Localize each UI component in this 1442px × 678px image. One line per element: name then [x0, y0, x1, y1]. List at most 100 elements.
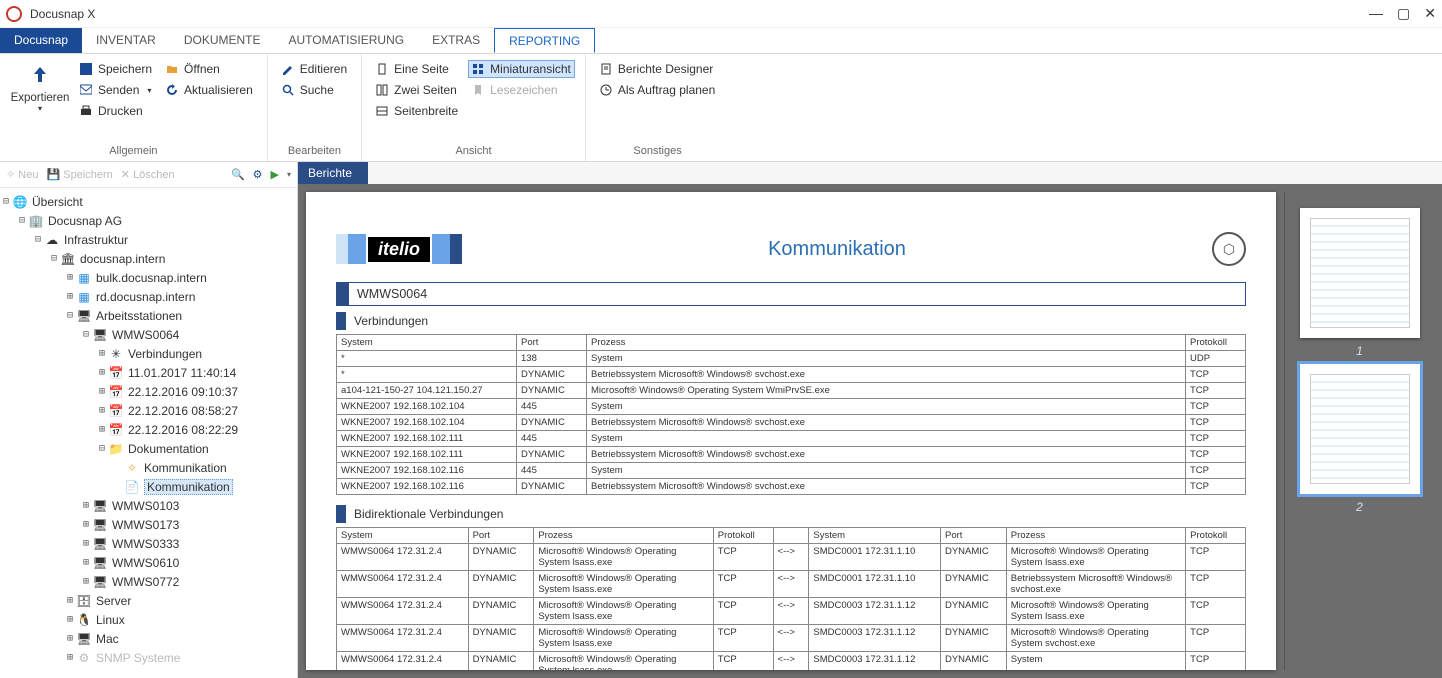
refresh-icon	[166, 84, 178, 96]
two-pages-button[interactable]: Zwei Seiten	[372, 81, 462, 99]
pc-icon: 🖥	[92, 574, 108, 590]
group-label-sonstiges: Sonstiges	[596, 143, 719, 159]
site-icon: ▦	[76, 270, 92, 286]
app-title: Docusnap X	[30, 7, 95, 21]
tab-dokumente[interactable]: DOKUMENTE	[170, 28, 275, 53]
report-viewer[interactable]: itelio Kommunikation ⬡ WMWS0064 Verbindu…	[298, 184, 1442, 678]
tree-new-button[interactable]: ✧ Neu	[6, 168, 38, 181]
node-wmws0064[interactable]: ⊟🖥WMWS0064	[80, 325, 297, 344]
subtitle-connections: Verbindungen	[336, 312, 1246, 330]
node-snap-3[interactable]: ⊞📅22.12.2016 08:22:29	[96, 420, 297, 439]
open-button[interactable]: Öffnen	[162, 60, 257, 78]
tree-toolbar: ✧ Neu 💾 Speichern ✕ Löschen 🔍 ⚙ ▶ ▾	[0, 162, 297, 188]
calendar-icon: 📅	[108, 365, 124, 381]
pc-icon: 🖥	[92, 555, 108, 571]
send-button[interactable]: Senden▾	[76, 81, 156, 99]
brand-logo: itelio	[336, 234, 462, 264]
node-workstations[interactable]: ⊟🖥Arbeitsstationen	[64, 306, 297, 325]
page-icon	[376, 63, 388, 75]
print-button[interactable]: Drucken	[76, 102, 156, 120]
server-icon: 🗄	[76, 593, 92, 609]
node-server[interactable]: ⊞🗄Server	[64, 591, 297, 610]
save-icon	[80, 63, 92, 75]
diagram-icon: ✧	[124, 460, 140, 476]
group-label-allgemein: Allgemein	[10, 143, 257, 159]
pc-icon: 🖥	[76, 308, 92, 324]
node-ws-1[interactable]: ⊞🖥WMWS0173	[80, 515, 297, 534]
search-button[interactable]: Suche	[278, 81, 351, 99]
thumbnails-button[interactable]: Miniaturansicht	[468, 60, 575, 78]
calendar-icon: 📅	[108, 422, 124, 438]
node-site-bulk[interactable]: ⊞▦bulk.docusnap.intern	[64, 268, 297, 287]
page-width-button[interactable]: Seitenbreite	[372, 102, 462, 120]
node-doc-komm-0[interactable]: ✧Kommunikation	[112, 458, 297, 477]
report-tab[interactable]: Berichte	[298, 162, 368, 184]
node-snmp[interactable]: ⊞⚙SNMP Systeme	[64, 648, 297, 667]
tab-inventar[interactable]: INVENTAR	[82, 28, 170, 53]
table-row: WKNE2007 192.168.102.104DYNAMICBetriebss…	[337, 415, 1246, 431]
tree-search-icon[interactable]: 🔍	[231, 168, 245, 181]
designer-button[interactable]: Berichte Designer	[596, 60, 719, 78]
table-row: WMWS0064 172.31.2.4DYNAMICMicrosoft® Win…	[337, 652, 1246, 671]
save-button[interactable]: Speichern	[76, 60, 156, 78]
node-ws-2[interactable]: ⊞🖥WMWS0333	[80, 534, 297, 553]
node-mac[interactable]: ⊞🖥Mac	[64, 629, 297, 648]
maximize-button[interactable]: ▢	[1397, 5, 1410, 22]
tree-save-button[interactable]: 💾 Speichern	[46, 168, 112, 181]
node-overview[interactable]: ⊟🌐Übersicht	[0, 192, 297, 211]
node-snap-0[interactable]: ⊞📅11.01.2017 11:40:14	[96, 363, 297, 382]
node-doc-komm-1[interactable]: 📄Kommunikation	[112, 477, 297, 496]
node-connections[interactable]: ⊞✳Verbindungen	[96, 344, 297, 363]
tab-automatisierung[interactable]: AUTOMATISIERUNG	[275, 28, 419, 53]
section-device: WMWS0064	[336, 282, 1246, 306]
close-button[interactable]: ✕	[1424, 5, 1436, 22]
table-connections: System Port Prozess Protokoll *138System…	[336, 334, 1246, 495]
node-ws-4[interactable]: ⊞🖥WMWS0772	[80, 572, 297, 591]
domain-icon: 🏛	[60, 251, 76, 267]
node-documentation[interactable]: ⊟📁Dokumentation	[96, 439, 297, 458]
connection-icon: ✳	[108, 346, 124, 362]
schedule-button[interactable]: Als Auftrag planen	[596, 81, 719, 99]
one-page-button[interactable]: Eine Seite	[372, 60, 462, 78]
tab-reporting[interactable]: REPORTING	[494, 28, 595, 53]
print-icon	[80, 105, 92, 117]
edit-button[interactable]: Editieren	[278, 60, 351, 78]
thumb-page-1[interactable]: 1	[1300, 208, 1420, 338]
node-site-rd[interactable]: ⊞▦rd.docusnap.intern	[64, 287, 297, 306]
node-snap-1[interactable]: ⊞📅22.12.2016 09:10:37	[96, 382, 297, 401]
tree-delete-button[interactable]: ✕ Löschen	[121, 168, 175, 181]
tree-play-icon[interactable]: ▶	[271, 168, 279, 181]
export-button[interactable]: Exportieren ▾	[10, 58, 70, 143]
table-row: WKNE2007 192.168.102.116DYNAMICBetriebss…	[337, 479, 1246, 495]
node-ws-0[interactable]: ⊞🖥WMWS0103	[80, 496, 297, 515]
node-infra[interactable]: ⊟☁Infrastruktur	[32, 230, 297, 249]
table-row: *138SystemUDP	[337, 351, 1246, 367]
node-company[interactable]: ⊟🏢Docusnap AG	[16, 211, 297, 230]
bookmark-button[interactable]: Lesezeichen	[468, 81, 575, 99]
ribbon-group-bearbeiten: Editieren Suche Bearbeiten	[268, 54, 362, 161]
pencil-icon	[282, 63, 294, 75]
workspace: ✧ Neu 💾 Speichern ✕ Löschen 🔍 ⚙ ▶ ▾ ⊟🌐Üb…	[0, 162, 1442, 678]
tree-more-icon[interactable]: ▾	[287, 170, 291, 179]
tab-file[interactable]: Docusnap	[0, 28, 82, 53]
table-row: WMWS0064 172.31.2.4DYNAMICMicrosoft® Win…	[337, 625, 1246, 652]
group-label-ansicht: Ansicht	[372, 143, 575, 159]
ribbon-group-sonstiges: Berichte Designer Als Auftrag planen Son…	[586, 54, 729, 161]
tree[interactable]: ⊟🌐Übersicht ⊟🏢Docusnap AG ⊟☁Infrastruktu…	[0, 188, 297, 678]
export-icon	[28, 64, 52, 88]
group-label-bearbeiten: Bearbeiten	[278, 143, 351, 159]
report-pane: Berichte itelio Kommunikation ⬡ WMWS0064…	[298, 162, 1442, 678]
refresh-button[interactable]: Aktualisieren	[162, 81, 257, 99]
node-linux[interactable]: ⊞🐧Linux	[64, 610, 297, 629]
node-domain[interactable]: ⊟🏛docusnap.intern	[48, 249, 297, 268]
tree-gear-icon[interactable]: ⚙	[253, 168, 263, 181]
thumb-page-2[interactable]: 2	[1300, 364, 1420, 494]
ribbon: Exportieren ▾ Speichern Senden▾ Drucken …	[0, 54, 1442, 162]
node-snap-2[interactable]: ⊞📅22.12.2016 08:58:27	[96, 401, 297, 420]
minimize-button[interactable]: —	[1369, 5, 1383, 22]
export-label: Exportieren	[11, 92, 70, 104]
calendar-icon: 📅	[108, 403, 124, 419]
tab-extras[interactable]: EXTRAS	[418, 28, 494, 53]
node-ws-3[interactable]: ⊞🖥WMWS0610	[80, 553, 297, 572]
report-icon	[600, 63, 612, 75]
